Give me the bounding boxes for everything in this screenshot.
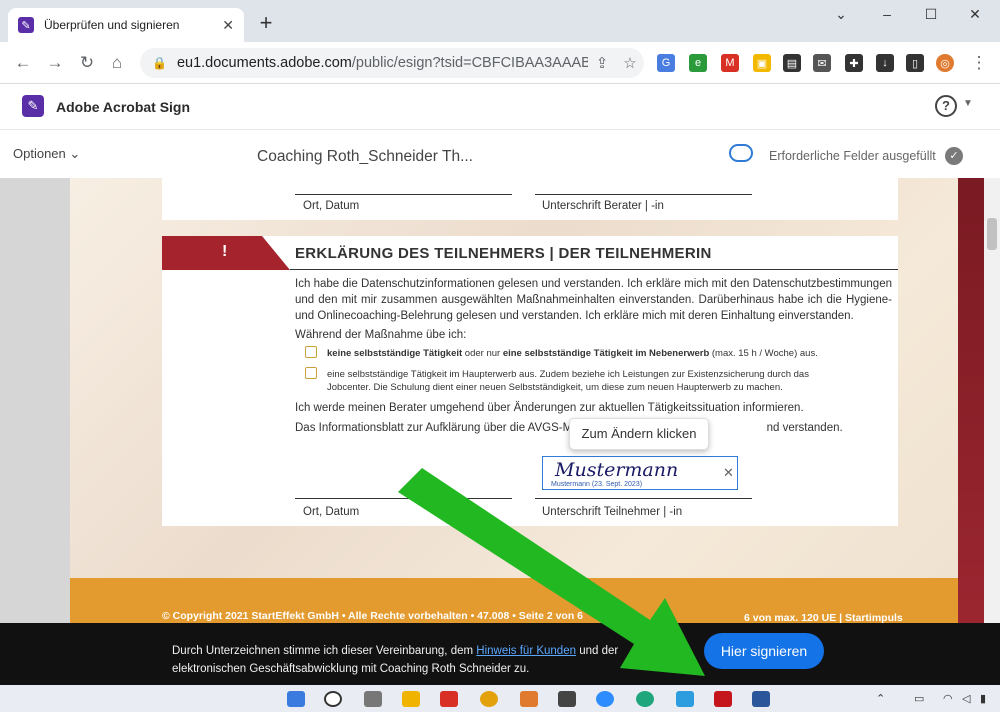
- consent-text: Durch Unterzeichnen stimme ich dieser Ve…: [172, 645, 619, 675]
- acrobat-icon[interactable]: [714, 691, 732, 707]
- help-icon[interactable]: ?: [935, 95, 957, 117]
- copyright-footer: © Copyright 2021 StartEffekt GmbH • Alle…: [162, 610, 584, 622]
- side-panel-icon[interactable]: ▯: [906, 54, 924, 72]
- search-icon[interactable]: [324, 691, 342, 707]
- edge-icon[interactable]: [636, 691, 654, 707]
- display-icon[interactable]: ▭: [914, 692, 924, 705]
- place-date-label: Ort, Datum: [303, 200, 360, 212]
- word-icon[interactable]: [752, 691, 770, 707]
- consent-bar: Durch Unterzeichnen stimme ich dieser Ve…: [0, 623, 1000, 685]
- browser-tab[interactable]: ✎ Überprüfen und signieren ✕: [8, 8, 244, 42]
- address-bar[interactable]: 🔒 eu1.documents.adobe.com/public/esign?t…: [140, 48, 644, 78]
- forward-icon[interactable]: →: [44, 52, 66, 74]
- reload-icon[interactable]: ↻: [76, 52, 98, 74]
- lock-app-icon[interactable]: [558, 691, 576, 707]
- battery-icon[interactable]: ▮: [980, 692, 986, 705]
- chrome-icon[interactable]: [480, 691, 498, 707]
- app-header: ✎ Adobe Acrobat Sign ? ▼: [0, 84, 1000, 130]
- keep-extension-icon[interactable]: ▣: [753, 54, 771, 72]
- chevron-down-icon: ⌄: [69, 146, 81, 161]
- document-viewer[interactable]: Ort, Datum Unterschrift Berater | -in ! …: [0, 178, 1000, 623]
- translate-extension-icon[interactable]: G: [657, 54, 675, 72]
- signature-caption: Mustermann (23. Sept. 2023): [551, 481, 643, 488]
- comment-icon[interactable]: [729, 144, 753, 162]
- acrobat-logo-icon: ✎: [22, 95, 44, 117]
- back-icon[interactable]: ←: [12, 52, 34, 74]
- save-extension-icon[interactable]: ▤: [783, 54, 801, 72]
- app-name: Adobe Acrobat Sign: [56, 99, 191, 115]
- document-page: Ort, Datum Unterschrift Berater | -in ! …: [70, 178, 958, 623]
- signature-script: Mustermann: [555, 459, 679, 481]
- declaration-paragraph: Ich habe die Datenschutzinformationen ge…: [295, 278, 892, 322]
- url-text: eu1.documents.adobe.com/public/esign?tsi…: [176, 55, 588, 71]
- participant-declaration-section: ! ERKLÄRUNG DES TEILNEHMERS | DER TEILNE…: [162, 236, 898, 526]
- document-title: Coaching Roth_Schneider Th...: [257, 148, 473, 165]
- section-banner: !: [162, 236, 290, 270]
- customer-notice-link[interactable]: Hinweis für Kunden: [476, 645, 576, 657]
- notepad-icon[interactable]: [676, 691, 694, 707]
- chevron-down-icon[interactable]: ⌄: [826, 6, 856, 23]
- tab-title: Überprüfen und signieren: [44, 18, 180, 32]
- during-measure-label: Während der Maßnahme übe ich:: [295, 329, 467, 341]
- option-no-self-employment: keine selbstständige Tätigkeit oder nur …: [327, 348, 818, 359]
- unit-footer: 6 von max. 120 UE | Startimpuls: [744, 612, 903, 623]
- inform-advisor-text: Ich werde meinen Berater umgehend über Ä…: [295, 402, 804, 414]
- check-circle-icon: ✓: [945, 147, 963, 165]
- volume-icon[interactable]: ◁: [962, 692, 970, 705]
- maximize-icon[interactable]: ☐: [916, 6, 946, 23]
- clear-signature-icon[interactable]: ✕: [723, 465, 734, 481]
- mail-extension-icon[interactable]: ✉: [813, 54, 831, 72]
- gmail-extension-icon[interactable]: M: [721, 54, 739, 72]
- place-date-label: Ort, Datum: [303, 506, 360, 518]
- signature-line: [535, 498, 752, 499]
- xampp-icon[interactable]: [520, 691, 538, 707]
- close-window-icon[interactable]: ✕: [960, 6, 990, 23]
- new-tab-icon[interactable]: +: [254, 12, 278, 36]
- extensions-puzzle-icon[interactable]: ✚: [845, 54, 863, 72]
- profile-avatar-icon[interactable]: ◎: [936, 54, 954, 72]
- scrollbar-thumb[interactable]: [987, 218, 997, 250]
- required-fields-status: Erforderliche Felder ausgefüllt: [769, 149, 936, 163]
- advisor-signature-section: Ort, Datum Unterschrift Berater | -in: [162, 178, 898, 220]
- bookmark-star-icon[interactable]: ☆: [616, 54, 644, 72]
- signature-line: [295, 194, 512, 195]
- options-menu[interactable]: Optionen ⌄: [13, 146, 80, 162]
- checkbox-no-self-employment[interactable]: [305, 346, 317, 358]
- tab-close-icon[interactable]: ✕: [222, 17, 234, 34]
- evernote-extension-icon[interactable]: e: [689, 54, 707, 72]
- share-icon[interactable]: ⇪: [588, 54, 616, 72]
- tray-chevron-icon[interactable]: ⌃: [876, 692, 885, 705]
- acrobat-favicon-icon: ✎: [18, 17, 34, 33]
- wifi-icon[interactable]: ◠: [943, 692, 953, 705]
- download-icon[interactable]: ↓: [876, 54, 894, 72]
- participant-signature-field[interactable]: Mustermann Mustermann (23. Sept. 2023) ✕: [542, 456, 738, 490]
- gmail-icon[interactable]: [440, 691, 458, 707]
- section-divider: [290, 269, 898, 270]
- file-explorer-icon[interactable]: [402, 691, 420, 707]
- advisor-signature-label: Unterschrift Berater | -in: [542, 200, 664, 212]
- browser-toolbar: ← → ↻ ⌂ 🔒 eu1.documents.adobe.com/public…: [0, 42, 1000, 84]
- vertical-scrollbar[interactable]: [984, 178, 1000, 623]
- section-title: ERKLÄRUNG DES TEILNEHMERS | DER TEILNEHM…: [295, 245, 712, 262]
- zoom-icon[interactable]: [596, 691, 614, 707]
- checkbox-main-self-employment[interactable]: [305, 367, 317, 379]
- lock-icon[interactable]: 🔒: [152, 56, 167, 70]
- document-subbar: Optionen ⌄ Coaching Roth_Schneider Th...…: [0, 130, 1000, 178]
- exclamation-icon: !: [222, 243, 228, 260]
- task-view-icon[interactable]: [364, 691, 382, 707]
- option-main-self-employment: eine selbstständige Tätigkeit im Haupter…: [327, 369, 809, 393]
- page-edge-decoration: [958, 178, 984, 623]
- browser-tabstrip: ✎ Überprüfen und signieren ✕ + ⌄ – ☐ ✕: [0, 0, 1000, 42]
- menu-dots-icon[interactable]: ⋮: [968, 52, 990, 74]
- minimize-icon[interactable]: –: [872, 6, 902, 22]
- start-icon[interactable]: [287, 691, 305, 707]
- help-caret-icon[interactable]: ▼: [963, 98, 973, 109]
- place-date-field[interactable]: [295, 498, 512, 499]
- participant-signature-label: Unterschrift Teilnehmer | -in: [542, 506, 683, 518]
- signature-line: [535, 194, 752, 195]
- windows-taskbar: ⌃ ▭ ◠ ◁ ▮: [0, 685, 1000, 712]
- sign-here-button[interactable]: Hier signieren: [704, 633, 824, 669]
- change-tooltip: Zum Ändern klicken: [569, 418, 709, 450]
- home-icon[interactable]: ⌂: [106, 52, 128, 74]
